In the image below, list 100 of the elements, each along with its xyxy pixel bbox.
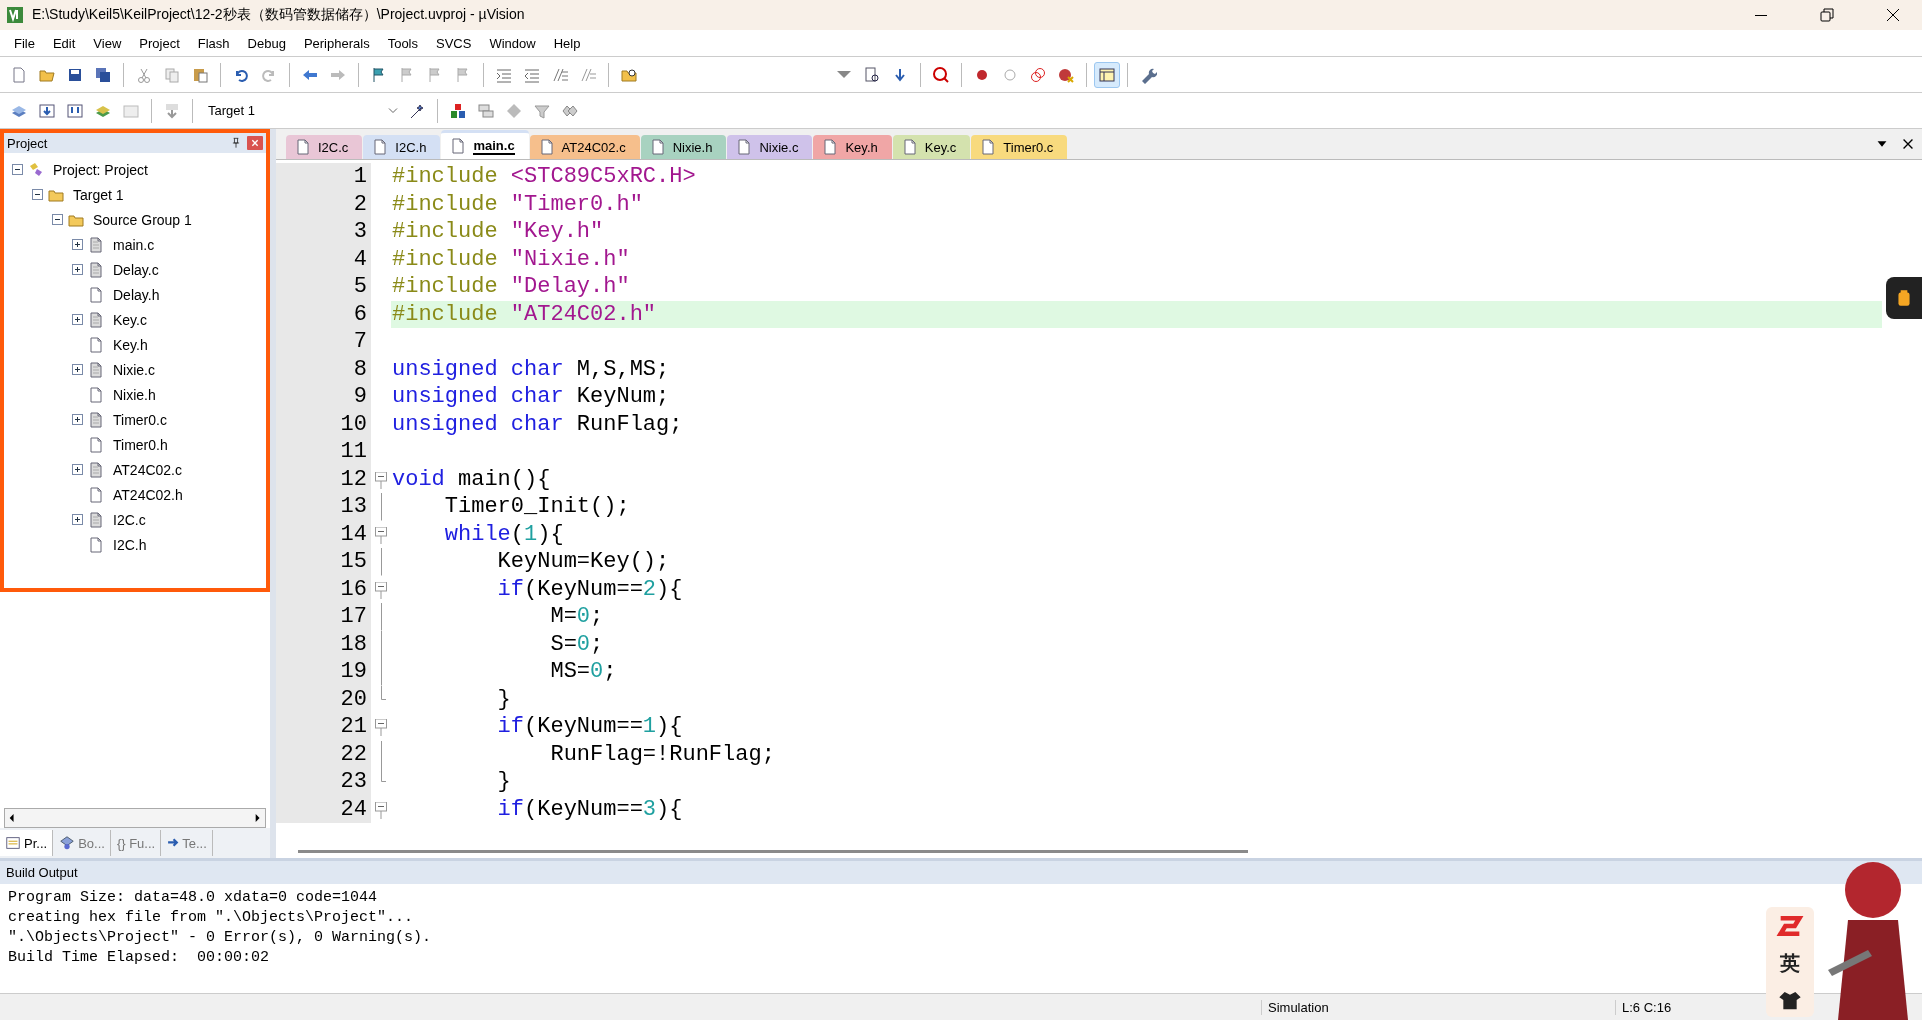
tree-item[interactable]: I2C.h xyxy=(12,532,266,557)
expand-icon[interactable] xyxy=(72,264,83,275)
tree-item[interactable]: Target 1 xyxy=(12,182,266,207)
expand-icon[interactable] xyxy=(72,464,83,475)
menu-item[interactable]: Window xyxy=(481,35,544,51)
expand-icon[interactable] xyxy=(72,239,83,250)
ime-badge[interactable]: 英 xyxy=(1766,907,1814,1017)
collapse-icon[interactable] xyxy=(52,214,63,225)
fold-collapse-icon[interactable] xyxy=(375,471,387,489)
tree-item[interactable]: Timer0.h xyxy=(12,432,266,457)
code-line: unsigned char M,S,MS; xyxy=(391,355,670,383)
code-line: #include "Nixie.h" xyxy=(391,245,630,273)
file-tab[interactable]: Timer0.c xyxy=(971,135,1068,159)
expand-icon[interactable] xyxy=(72,414,83,425)
line-number: 8 xyxy=(276,355,371,383)
tree-item[interactable]: Source Group 1 xyxy=(12,207,266,232)
books-icon xyxy=(59,835,76,851)
collapse-icon[interactable] xyxy=(32,189,43,200)
line-number: 12 xyxy=(276,465,371,493)
fold-collapse-icon[interactable] xyxy=(375,801,387,819)
file-tab[interactable]: Nixie.h xyxy=(640,135,727,159)
scrollbar-thumb[interactable] xyxy=(298,849,1248,853)
tree-item[interactable]: Timer0.c xyxy=(12,407,266,432)
tree-item[interactable]: Delay.h xyxy=(12,282,266,307)
line-number: 3 xyxy=(276,218,371,246)
menu-item[interactable]: File xyxy=(6,35,43,51)
menu-item[interactable]: Help xyxy=(545,35,589,51)
tree-item[interactable]: Key.c xyxy=(12,307,266,332)
menu-item[interactable]: Debug xyxy=(239,35,294,51)
tree-item[interactable]: main.c xyxy=(12,232,266,257)
code-line: if(KeyNum==2){ xyxy=(496,575,683,603)
source-file-icon xyxy=(87,410,105,429)
menu-item[interactable]: View xyxy=(85,35,130,51)
line-number: 22 xyxy=(276,740,371,768)
panel-tab[interactable]: {} Fu... xyxy=(111,830,162,856)
side-tab[interactable] xyxy=(1886,277,1922,319)
menu-item[interactable]: Flash xyxy=(189,35,238,51)
file-icon xyxy=(87,285,105,304)
menu-item[interactable]: Project xyxy=(131,35,188,51)
code-line: void main(){ xyxy=(391,465,551,493)
target-select[interactable]: Target 1 xyxy=(200,99,402,122)
menu-item[interactable]: Edit xyxy=(44,35,84,51)
line-number: 20 xyxy=(276,685,371,713)
tree-item[interactable]: AT24C02.c xyxy=(12,457,266,482)
output-line: creating hex file from ".\Objects\Project"... xyxy=(8,908,414,928)
output-line: ".\Objects\Project" - 0 Error(s), 0 Warning(s). xyxy=(8,928,432,948)
tree-item[interactable]: Nixie.h xyxy=(12,382,266,407)
debug-search-icon xyxy=(932,65,950,84)
menu-item[interactable]: Peripherals xyxy=(295,35,378,51)
line-number: 5 xyxy=(276,273,371,301)
line-number: 16 xyxy=(276,575,371,603)
menu-item[interactable]: Tools xyxy=(379,35,426,51)
expand-icon[interactable] xyxy=(72,364,83,375)
close-panel-button[interactable] xyxy=(247,136,263,150)
output-line: Program Size: data=48.0 xdata=0 code=1044 xyxy=(8,888,378,908)
code-line: S=0; xyxy=(549,630,604,658)
code-line: while(1){ xyxy=(443,520,564,548)
minimize-icon xyxy=(1755,14,1767,16)
file-tab[interactable]: Nixie.c xyxy=(727,135,813,159)
fold-collapse-icon[interactable] xyxy=(375,719,387,736)
source-file-icon xyxy=(87,260,105,279)
fold-collapse-icon[interactable] xyxy=(375,581,387,599)
build-icon xyxy=(38,101,56,120)
panel-tab[interactable]: Bo... xyxy=(54,830,111,856)
line-number: 14 xyxy=(276,520,371,548)
file-tab[interactable]: Key.c xyxy=(892,135,971,159)
copy-icon xyxy=(163,65,181,84)
fold-collapse-icon[interactable] xyxy=(375,526,387,544)
tree-item[interactable]: Delay.c xyxy=(12,257,266,282)
source-file-icon xyxy=(87,310,105,329)
file-tab[interactable]: Key.h xyxy=(813,135,892,159)
line-number: 17 xyxy=(276,603,371,631)
tree-item[interactable]: Nixie.c xyxy=(12,357,266,382)
tree-item[interactable]: AT24C02.h xyxy=(12,482,266,507)
panel-tab[interactable]: Te... xyxy=(162,830,213,856)
file-tab[interactable]: main.c xyxy=(441,130,529,159)
expand-icon[interactable] xyxy=(72,314,83,325)
line-number: 18 xyxy=(276,630,371,658)
code-line: if(KeyNum==3){ xyxy=(496,795,683,823)
expand-icon[interactable] xyxy=(72,514,83,525)
collapse-icon[interactable] xyxy=(12,164,23,175)
window-layout-button[interactable] xyxy=(1094,61,1120,88)
menu-item[interactable]: SVCS xyxy=(428,35,480,51)
panel-tab[interactable]: Pr... xyxy=(0,830,54,856)
tree-item[interactable]: Project: Project xyxy=(12,157,266,182)
file-tab[interactable]: I2C.h xyxy=(363,135,441,159)
horizontal-scrollbar[interactable] xyxy=(4,808,266,828)
file-tab[interactable]: I2C.c xyxy=(286,135,363,159)
line-number: 19 xyxy=(276,658,371,686)
tree-item[interactable]: Key.h xyxy=(12,332,266,357)
save-all-icon xyxy=(94,65,112,84)
line-number: 23 xyxy=(276,768,371,796)
file-tab[interactable]: AT24C02.c xyxy=(529,135,640,159)
project-window-icon xyxy=(5,835,21,851)
line-number: 11 xyxy=(276,438,371,466)
source-file-icon xyxy=(87,360,105,379)
download-icon xyxy=(163,101,181,120)
code-line: M=0; xyxy=(549,603,604,631)
status-mode: Simulation xyxy=(1261,999,1458,1015)
tree-item[interactable]: I2C.c xyxy=(12,507,266,532)
